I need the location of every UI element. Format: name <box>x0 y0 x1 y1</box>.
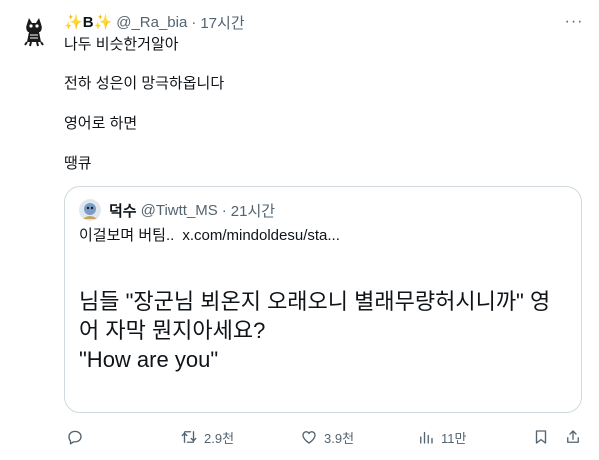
author-avatar[interactable] <box>14 11 54 51</box>
views-button[interactable]: 11만 <box>417 425 466 449</box>
quoted-text: 이걸보며 버팀.. <box>79 227 175 244</box>
quoted-author-name: 덕수 <box>109 202 137 220</box>
quoted-tweet[interactable]: 덕수 @Tiwtt_MS · 21시간 이걸보며 버팀.. x.com/mindo… <box>64 186 582 413</box>
tweet-text-line: 나두 비슷한거알아 <box>64 36 179 53</box>
bookmark-icon <box>535 430 547 444</box>
separator-dot: · <box>221 201 227 219</box>
views-icon <box>420 431 433 444</box>
action-bar: 2.9천 3.9천 11만 <box>64 425 588 449</box>
author-name-text: B <box>82 13 94 31</box>
retweet-button[interactable]: 2.9천 <box>180 425 234 449</box>
reply-icon <box>68 430 82 445</box>
tweet-text-line: 땡큐 <box>64 155 92 172</box>
retweet-icon <box>181 431 197 443</box>
bookmark-button[interactable] <box>532 425 550 449</box>
separator-dot: · <box>191 13 197 31</box>
quoted-author-handle: @Tiwtt_MS <box>140 201 218 219</box>
quoted-tweet-time: 21시간 <box>230 202 276 220</box>
author-name[interactable]: ✨ B ✨ <box>64 13 113 32</box>
sparkles-icon: ✨ <box>64 14 83 31</box>
tweet-text-line: 전하 성은이 망극하옵니다 <box>64 75 225 92</box>
share-button[interactable] <box>564 425 582 449</box>
reply-button[interactable] <box>66 425 84 449</box>
quoted-author-avatar <box>79 199 101 221</box>
quoted-tweet-text: 이걸보며 버팀.. x.com/mindoldesu/sta... <box>79 225 340 247</box>
quoted-avatar-image <box>79 199 101 221</box>
like-button[interactable]: 3.9천 <box>300 425 354 449</box>
views-count: 11만 <box>441 430 467 446</box>
tweet-time[interactable]: 17시간 <box>200 12 244 33</box>
quoted-image-line1: 님들 "장군님 뵈온지 오래오니 별래무량허시니까" 영어 자막 뭔지아세요? <box>79 289 551 343</box>
sparkles-icon: ✨ <box>93 14 113 31</box>
avatar-cat-drawing <box>14 11 54 51</box>
like-count: 3.9천 <box>324 430 355 446</box>
tweet-header: ✨ B ✨ @_Ra_bia · 17시간 <box>64 12 245 32</box>
tweet-text-line: 영어로 하면 <box>64 115 138 132</box>
quoted-link[interactable]: x.com/mindoldesu/sta... <box>182 227 340 244</box>
more-icon: ··· <box>564 13 584 30</box>
quoted-tweet-header: 덕수 @Tiwtt_MS · 21시간 <box>79 199 275 221</box>
quoted-image-line2: "How are you" <box>79 347 219 372</box>
share-icon <box>567 430 579 443</box>
author-handle[interactable]: @_Ra_bia <box>116 14 187 31</box>
quoted-image-text: 님들 "장군님 뵈온지 오래오니 별래무량허시니까" 영어 자막 뭔지아세요? … <box>79 287 569 374</box>
more-options-button[interactable]: ··· <box>563 13 585 31</box>
heart-icon <box>302 431 316 444</box>
retweet-count: 2.9천 <box>204 430 235 446</box>
